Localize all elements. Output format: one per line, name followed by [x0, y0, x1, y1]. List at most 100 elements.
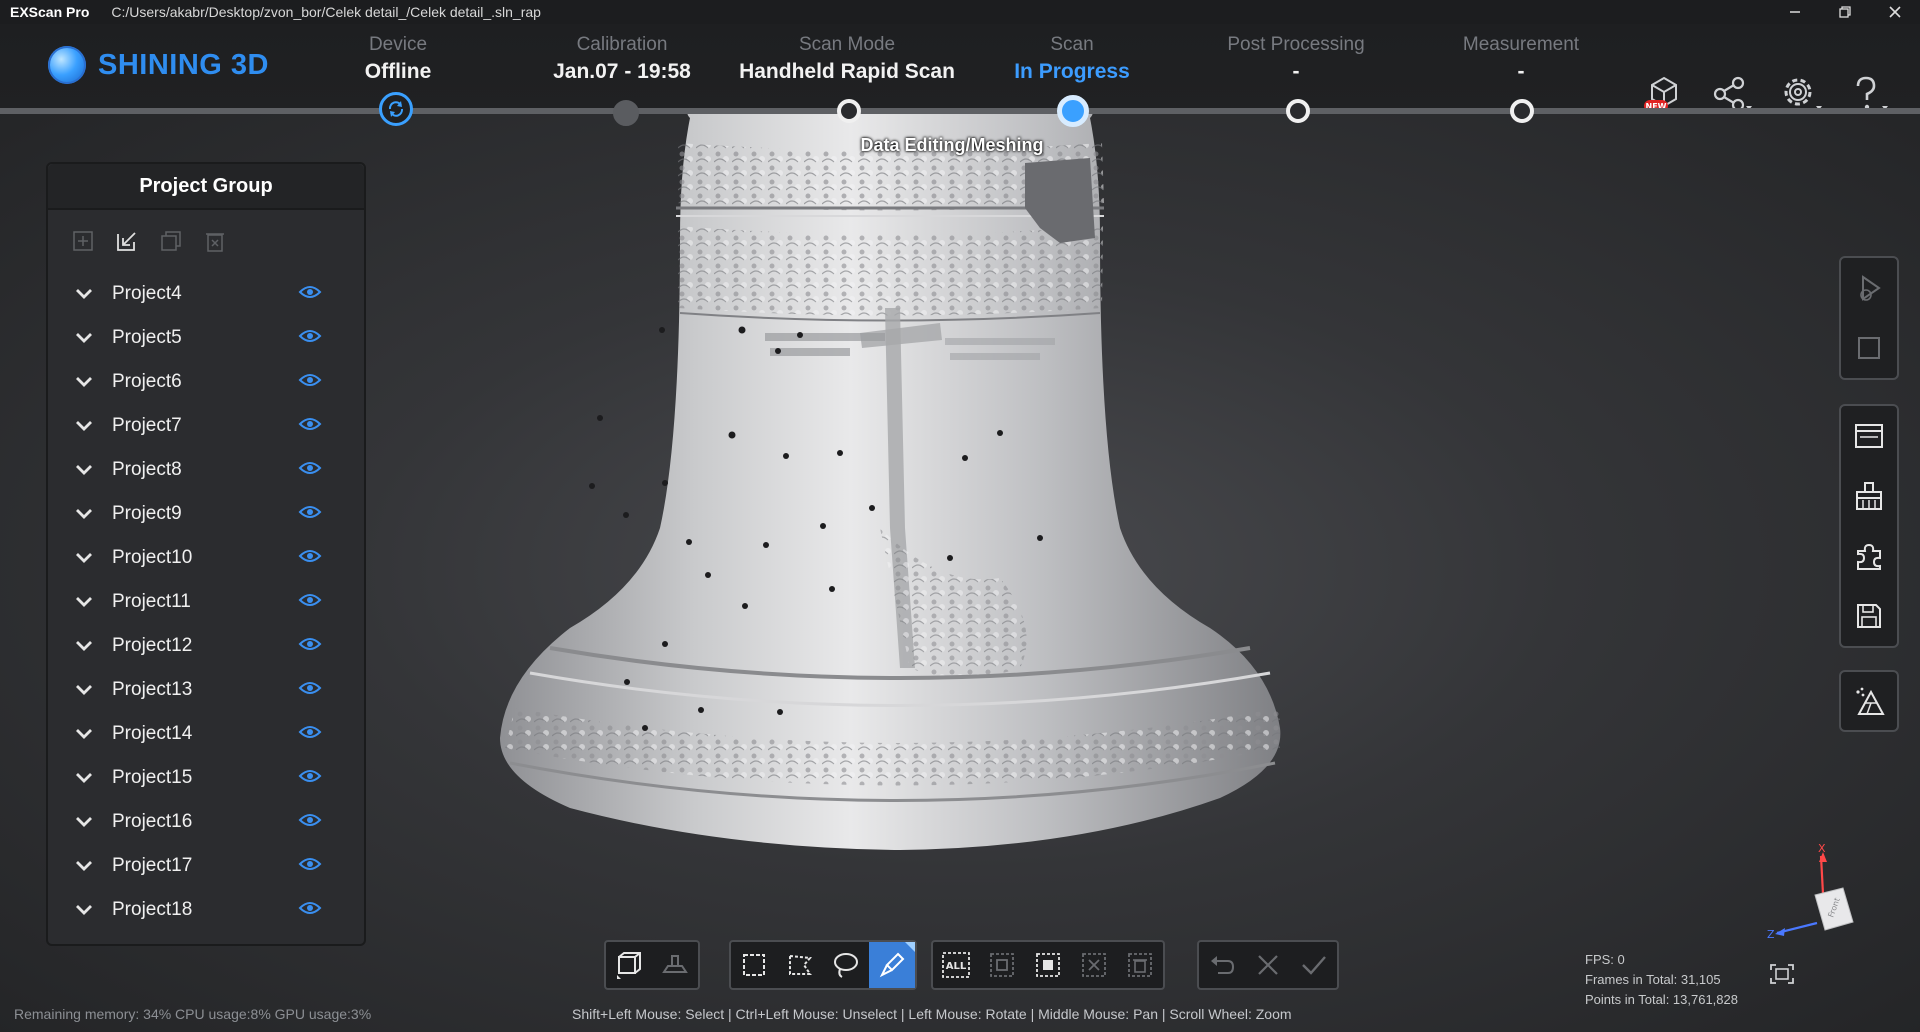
connected-select-button[interactable] [1025, 942, 1071, 988]
undo-button[interactable] [1199, 942, 1245, 988]
window-view-button[interactable] [1841, 406, 1897, 466]
invert-select-button[interactable] [979, 942, 1025, 988]
delete-selection-button[interactable] [1117, 942, 1163, 988]
eye-icon[interactable] [298, 284, 322, 305]
chevron-down-icon[interactable] [74, 375, 98, 389]
lasso-select-button[interactable] [823, 942, 869, 988]
mesh-button[interactable] [1841, 672, 1897, 730]
add-project-icon[interactable] [70, 228, 96, 254]
perspective-view-button[interactable] [606, 942, 652, 988]
step-measurement[interactable]: Measurement - [1401, 34, 1641, 84]
step-node-scan[interactable] [1057, 95, 1089, 127]
apply-button[interactable] [1291, 942, 1337, 988]
play-scan-button[interactable] [1841, 258, 1897, 318]
orientation-gizmo[interactable]: X Z Front [1755, 840, 1865, 950]
chevron-down-icon[interactable] [74, 639, 98, 653]
step-scan[interactable]: Scan In Progress [952, 34, 1192, 84]
workflow-track [0, 108, 1920, 114]
eye-icon[interactable] [298, 724, 322, 745]
step-node-post-processing[interactable] [1286, 99, 1310, 123]
close-button[interactable] [1870, 0, 1920, 24]
project-row[interactable]: Project9 [48, 492, 364, 536]
chevron-down-icon[interactable] [74, 287, 98, 301]
project-row[interactable]: Project18 [48, 888, 364, 932]
project-row[interactable]: Project7 [48, 404, 364, 448]
project-row[interactable]: Project13 [48, 668, 364, 712]
chevron-down-icon[interactable] [74, 507, 98, 521]
step-node-scan-mode[interactable] [837, 99, 861, 123]
chevron-down-icon[interactable] [74, 595, 98, 609]
step-device[interactable]: Device Offline [278, 34, 518, 84]
chevron-down-icon[interactable] [74, 903, 98, 917]
mouse-hints: Shift+Left Mouse: Select | Ctrl+Left Mou… [572, 1006, 1292, 1022]
eye-icon[interactable] [298, 592, 322, 613]
puzzle-icon [1857, 543, 1881, 570]
brush-clean-button[interactable] [1841, 466, 1897, 526]
project-row[interactable]: Project16 [48, 800, 364, 844]
project-row[interactable]: Project5 [48, 316, 364, 360]
eye-icon[interactable] [298, 504, 322, 525]
copy-project-icon[interactable] [158, 228, 184, 254]
cancel-button[interactable] [1245, 942, 1291, 988]
eye-icon[interactable] [298, 900, 322, 921]
project-row[interactable]: Project14 [48, 712, 364, 756]
right-toolbar-edit [1839, 404, 1899, 648]
chevron-down-icon[interactable] [74, 551, 98, 565]
project-row[interactable]: Project12 [48, 624, 364, 668]
step-calibration[interactable]: Calibration Jan.07 - 19:58 [502, 34, 742, 84]
step-post-processing[interactable]: Post Processing - [1176, 34, 1416, 84]
clear-select-button[interactable] [1071, 942, 1117, 988]
project-row[interactable]: Project10 [48, 536, 364, 580]
eye-icon[interactable] [298, 416, 322, 437]
brush-select-button[interactable] [869, 942, 915, 988]
plane-cut-button[interactable] [652, 942, 698, 988]
brush-icon [1856, 482, 1882, 510]
select-all-button[interactable]: ALL [933, 942, 979, 988]
restore-button[interactable] [1820, 0, 1870, 24]
eye-icon[interactable] [298, 460, 322, 481]
chevron-down-icon[interactable] [74, 331, 98, 345]
rectangle-select-button[interactable] [731, 942, 777, 988]
stop-scan-button[interactable] [1841, 318, 1897, 378]
chevron-down-icon[interactable] [74, 771, 98, 785]
chevron-down-icon[interactable] [74, 815, 98, 829]
project-row[interactable]: Project11 [48, 580, 364, 624]
step-node-measurement[interactable] [1510, 99, 1534, 123]
minimize-button[interactable] [1770, 0, 1820, 24]
chevron-down-icon[interactable] [74, 727, 98, 741]
project-row[interactable]: Project8 [48, 448, 364, 492]
scan-stats: FPS: 0 Frames in Total: 31,105 Points in… [1585, 950, 1738, 1010]
chevron-down-icon[interactable] [74, 859, 98, 873]
chevron-down-icon[interactable] [74, 683, 98, 697]
eye-icon[interactable] [298, 856, 322, 877]
eye-icon[interactable] [298, 636, 322, 657]
play-icon [1860, 275, 1881, 301]
project-row[interactable]: Project15 [48, 756, 364, 800]
plugin-button[interactable] [1841, 526, 1897, 586]
scanned-bell-model[interactable] [480, 108, 1380, 948]
logo-globe-icon [48, 46, 86, 84]
eye-icon[interactable] [298, 548, 322, 569]
step-node-device[interactable] [379, 92, 413, 126]
project-list: Project4 Project5 Project6 Project7 Proj… [48, 272, 364, 932]
save-button[interactable] [1841, 586, 1897, 646]
eye-icon[interactable] [298, 812, 322, 833]
polygon-select-button[interactable] [777, 942, 823, 988]
polygon-select-icon [789, 954, 813, 975]
step-node-calibration[interactable] [613, 100, 639, 126]
step-scan-mode[interactable]: Scan Mode Handheld Rapid Scan [727, 34, 967, 84]
delete-project-icon[interactable] [202, 228, 228, 254]
chevron-down-icon[interactable] [74, 419, 98, 433]
project-row[interactable]: Project4 [48, 272, 364, 316]
edit-project-icon[interactable] [114, 228, 140, 254]
eye-icon[interactable] [298, 680, 322, 701]
fit-view-button[interactable] [1768, 962, 1796, 991]
eye-icon[interactable] [298, 768, 322, 789]
eye-icon[interactable] [298, 328, 322, 349]
eye-icon[interactable] [298, 372, 322, 393]
project-row[interactable]: Project17 [48, 844, 364, 888]
trash-icon [1128, 953, 1152, 977]
chevron-down-icon[interactable] [74, 463, 98, 477]
points-total: Points in Total: 13,761,828 [1585, 992, 1738, 1007]
project-row[interactable]: Project6 [48, 360, 364, 404]
